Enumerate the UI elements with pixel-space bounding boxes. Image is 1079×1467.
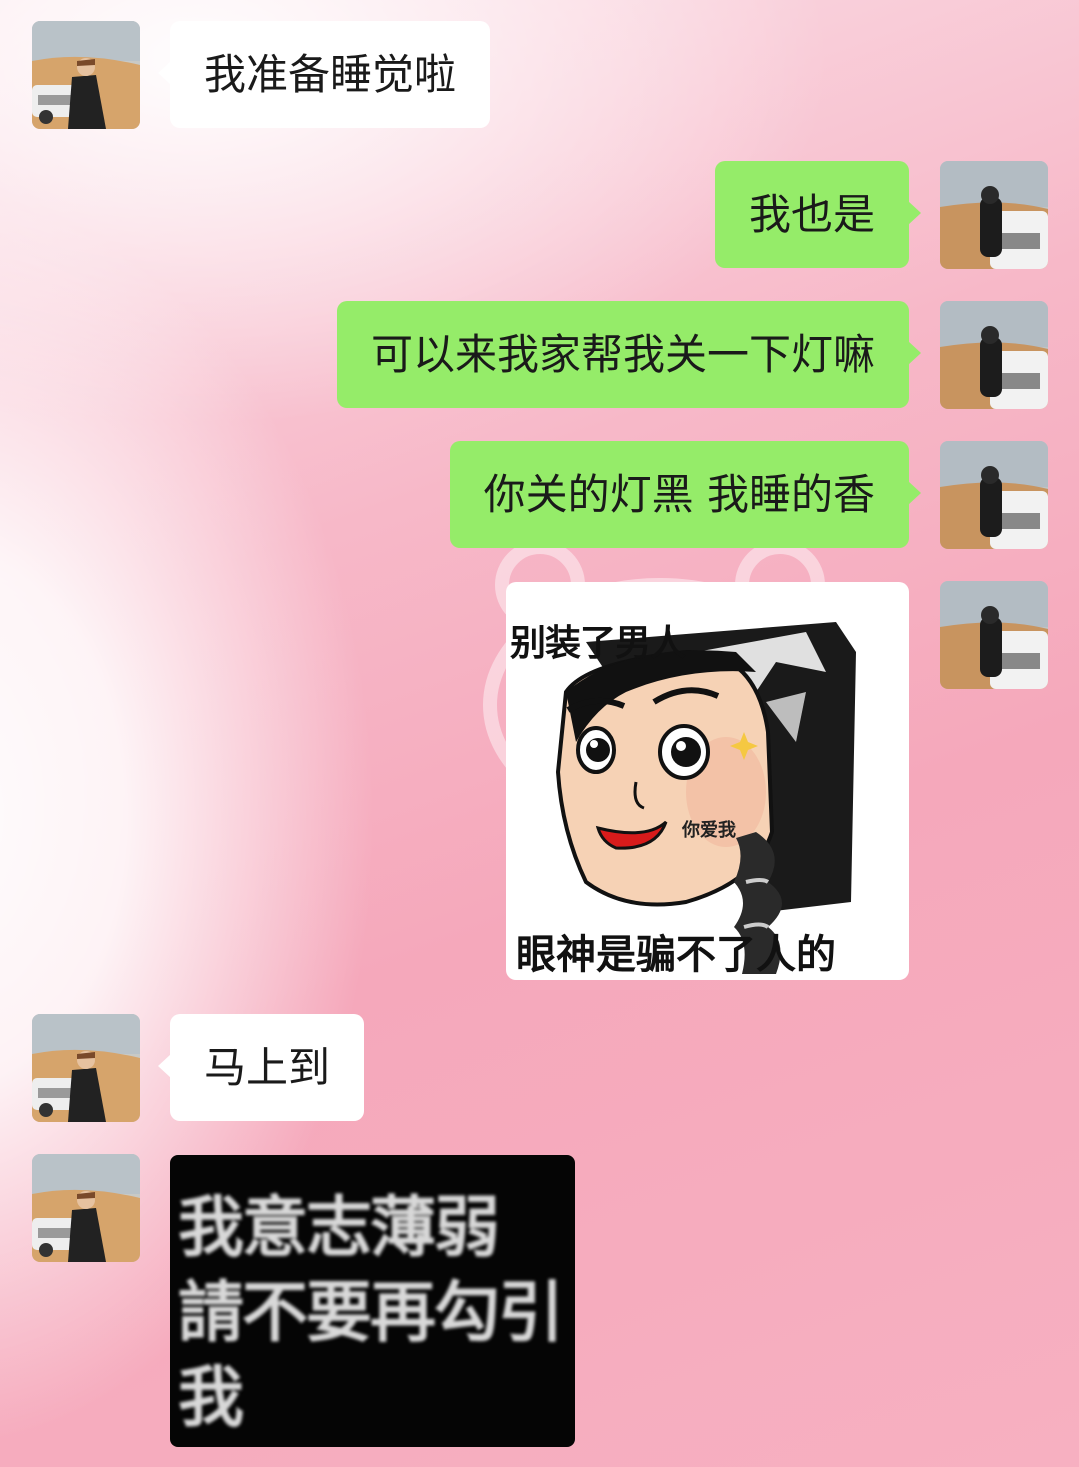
sticker-line: 我意志薄弱 (178, 1188, 500, 1266)
bubble-tail (908, 201, 921, 225)
avatar-self[interactable] (940, 581, 1048, 689)
sticker-message[interactable]: 我意志薄弱 請不要再勾引 我 (170, 1155, 575, 1447)
bubble-tail (908, 481, 921, 505)
sticker-line: 請不要再勾引 (178, 1273, 564, 1351)
sticker-line: 我 (178, 1358, 244, 1436)
sticker-message[interactable]: 别装了男人 你爱我 眼神是骗不了人的 (506, 582, 909, 980)
message-text: 你关的灯黑 我睡的香 (483, 470, 875, 519)
sticker-caption-top: 别装了男人 (510, 623, 686, 664)
message-text: 我也是 (748, 190, 875, 239)
message-text: 可以来我家帮我关一下灯嘛 (370, 330, 875, 379)
sticker-text-block: 我意志薄弱 請不要再勾引 我 (178, 1185, 564, 1440)
message-bubble-incoming[interactable]: 马上到 (158, 1014, 365, 1121)
sticker-caption-mid: 你爱我 (682, 820, 736, 841)
avatar-self[interactable] (940, 301, 1048, 409)
message-bubble-outgoing[interactable]: 你关的灯黑 我睡的香 (449, 441, 921, 548)
bubble-tail (908, 341, 921, 365)
message-text: 我准备睡觉啦 (204, 50, 457, 99)
avatar-contact[interactable] (32, 21, 140, 129)
message-bubble-outgoing[interactable]: 我也是 (714, 161, 921, 268)
message-bubble-incoming[interactable]: 我准备睡觉啦 (158, 21, 491, 128)
sticker-caption-bottom: 眼神是骗不了人的 (516, 932, 836, 978)
bubble-tail (158, 61, 171, 85)
message-bubble-outgoing[interactable]: 可以来我家帮我关一下灯嘛 (336, 301, 921, 408)
avatar-contact[interactable] (32, 1014, 140, 1122)
message-text: 马上到 (204, 1043, 331, 1092)
avatar-contact[interactable] (32, 1154, 140, 1262)
avatar-self[interactable] (940, 441, 1048, 549)
bubble-tail (158, 1054, 171, 1078)
avatar-self[interactable] (940, 161, 1048, 269)
